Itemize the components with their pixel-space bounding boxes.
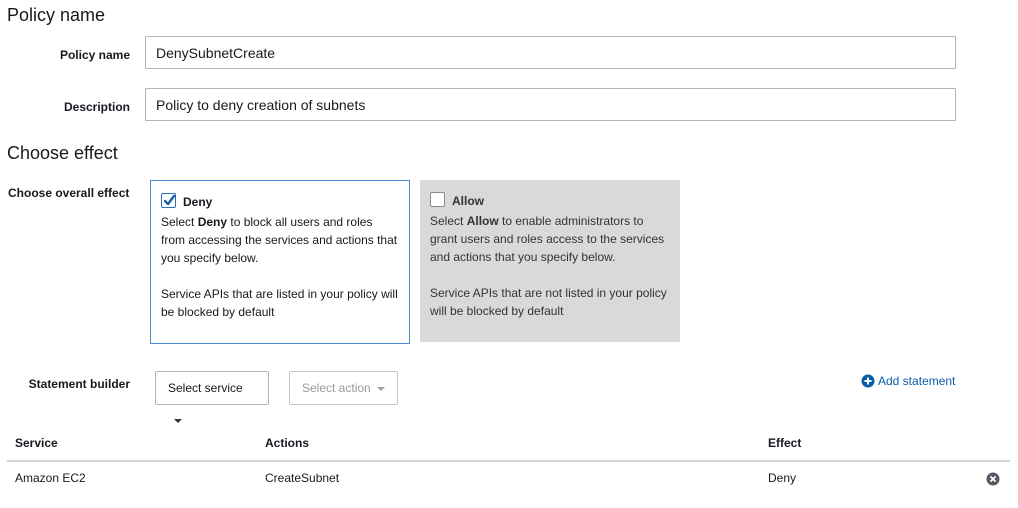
row-actions: CreateSubnet xyxy=(265,471,340,485)
checkmark-icon xyxy=(163,194,176,206)
add-statement-link[interactable]: Add statement xyxy=(861,374,955,388)
choose-effect-heading: Choose effect xyxy=(7,143,118,163)
description-input[interactable] xyxy=(145,88,956,121)
policy-name-input[interactable] xyxy=(145,36,956,69)
deny-note: Service APIs that are listed in your pol… xyxy=(161,287,398,319)
column-header-service: Service xyxy=(15,436,58,450)
allow-title: Allow xyxy=(452,194,484,208)
add-statement-label: Add statement xyxy=(878,374,956,388)
row-service: Amazon EC2 xyxy=(15,471,86,485)
choose-overall-effect-label: Choose overall effect xyxy=(8,186,130,200)
policy-name-label: Policy name xyxy=(59,48,130,62)
remove-row-icon[interactable] xyxy=(986,472,1000,486)
deny-title: Deny xyxy=(183,195,213,209)
allow-checkbox[interactable] xyxy=(430,192,445,207)
statement-builder-label: Statement builder xyxy=(28,377,130,391)
column-header-actions: Actions xyxy=(265,436,310,450)
caret-down-icon xyxy=(376,386,385,391)
deny-description: Select Deny to block all users and roles… xyxy=(161,215,398,265)
select-action-dropdown[interactable]: Select action xyxy=(289,371,398,405)
row-effect: Deny xyxy=(768,471,797,485)
column-header-effect: Effect xyxy=(768,436,802,450)
allow-effect-card[interactable]: Allow Select Allow to enable administrat… xyxy=(420,180,680,342)
deny-checkbox[interactable] xyxy=(161,193,176,208)
description-label: Description xyxy=(63,100,130,114)
caret-down-icon xyxy=(174,418,182,423)
policy-name-heading: Policy name xyxy=(7,5,106,25)
plus-circle-icon xyxy=(861,374,875,388)
select-action-label: Select action xyxy=(302,381,371,395)
select-service-dropdown[interactable]: Select service xyxy=(155,371,269,423)
select-service-label: Select service xyxy=(168,381,243,395)
table-row: Amazon EC2 CreateSubnet Deny xyxy=(0,462,1018,496)
allow-note: Service APIs that are not listed in your… xyxy=(430,286,667,318)
deny-effect-card[interactable]: Deny Select Deny to block all users and … xyxy=(150,180,410,344)
allow-description: Select Allow to enable administrators to… xyxy=(430,214,665,264)
